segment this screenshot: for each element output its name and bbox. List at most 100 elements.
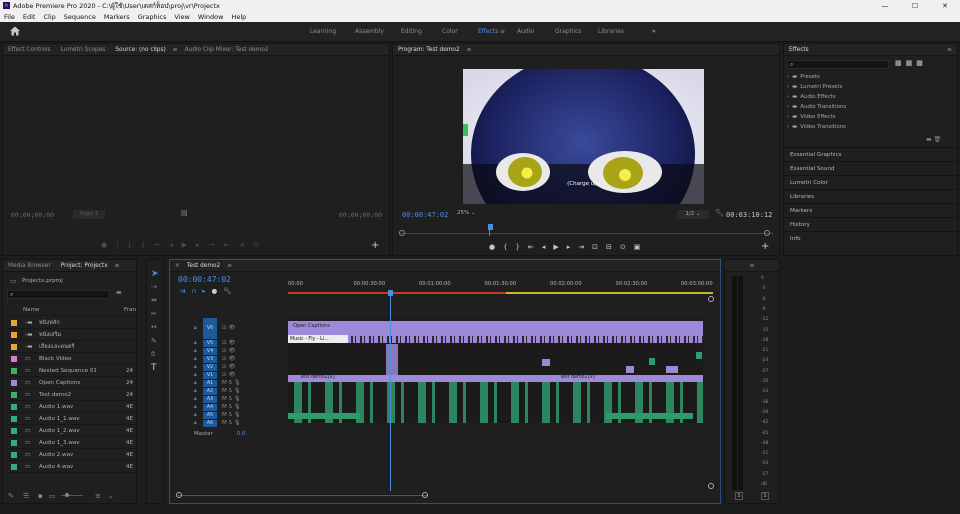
video-track-header[interactable]: 🔒︎ V6 ⊡ 👁︎ (170, 318, 288, 340)
workspace-libraries[interactable]: Libraries (598, 28, 624, 35)
tab-menu-icon[interactable]: ≡ (171, 47, 180, 53)
timeline-snap-tools[interactable]: ⇉∩▸●🔧︎ (180, 287, 237, 295)
minimize-button[interactable]: — (870, 2, 900, 10)
hscroll-right-handle[interactable] (422, 492, 428, 498)
menu-graphics[interactable]: Graphics (134, 13, 171, 21)
meter-menu-icon[interactable]: ≡ (745, 263, 760, 269)
project-list-item[interactable]: ▭ Audio 1.wav 4E (3, 401, 136, 413)
tab-lumetri-scopes[interactable]: Lumetri Scopes (56, 47, 111, 53)
clip-v3-segment[interactable] (542, 359, 550, 366)
project-search-input[interactable]: ⌕ (7, 290, 110, 299)
project-list-item[interactable]: ▭ Black Video (3, 353, 136, 365)
project-list-item[interactable]: ›▬ หนังหลัก (3, 317, 136, 329)
track-sync-visibility-icons[interactable]: ⊡ 👁︎ (222, 372, 235, 378)
menu-edit[interactable]: Edit (19, 13, 40, 21)
audio-track-header[interactable]: 🔒︎ A4 M S 🎙︎ (170, 404, 288, 412)
project-list-item[interactable]: ›▬ หนังเสริม (3, 329, 136, 341)
selection-tool-icon[interactable]: ➤ (151, 269, 159, 279)
track-target-button[interactable]: V6 (203, 318, 217, 339)
track-lock-icon[interactable]: 🔒︎ (194, 348, 197, 354)
tab-audio-clip-mixer[interactable]: Audio Clip Mixer: Test demo2 (180, 47, 274, 53)
project-list-item[interactable]: ▭ Audio 4.wav 4E (3, 461, 136, 473)
program-menu-icon[interactable]: ≡ (465, 47, 474, 53)
effects-filter-icons[interactable]: ▦▦▦ (895, 59, 927, 67)
program-timecode[interactable]: 00:00:47:02 (402, 211, 448, 219)
track-lock-icon[interactable]: 🔒︎ (194, 396, 197, 402)
project-list-item[interactable]: ▭ Audio 1_3.wav 4E (3, 437, 136, 449)
track-lock-icon[interactable]: 🔒︎ (194, 412, 197, 418)
scrub-end-handle[interactable] (764, 230, 770, 236)
menu-markers[interactable]: Markers (100, 13, 134, 21)
wrench-icon[interactable]: 🔧︎ (715, 209, 724, 217)
clip-v3-segment-3[interactable] (666, 366, 678, 373)
project-list-item[interactable]: ▭ Test demo2 24 (3, 389, 136, 401)
automate-icon[interactable]: ⌄ (108, 492, 114, 500)
clip-v3-segment-2[interactable] (626, 366, 634, 373)
effects-folder-audio-transitions[interactable]: › ▬ Audio Transitions (784, 102, 959, 112)
effects-folder-audio-effects[interactable]: › ▬ Audio Effects (784, 92, 959, 102)
section-libraries[interactable]: Libraries (784, 189, 957, 203)
solo-left-button[interactable]: S (735, 492, 743, 500)
track-target-button[interactable]: A3 (203, 396, 217, 403)
effects-folder-lumetri-presets[interactable]: › ▬ Lumetri Presets (784, 82, 959, 92)
scrub-start-handle[interactable] (399, 230, 405, 236)
track-sync-visibility-icons[interactable]: ⊡ 👁︎ (222, 325, 235, 331)
track-target-button[interactable]: V2 (203, 364, 217, 371)
menu-file[interactable]: File (0, 13, 19, 21)
track-lock-icon[interactable]: 🔒︎ (194, 420, 197, 426)
menu-sequence[interactable]: Sequence (60, 13, 100, 21)
timeline-close-icon[interactable]: ✕ (170, 263, 182, 269)
effects-folder-presets[interactable]: › ▬ Presets (784, 72, 959, 82)
workspace-editing[interactable]: Editing (401, 28, 422, 35)
program-scrub-track[interactable] (401, 233, 773, 234)
tab-program[interactable]: Program: Test demo2 (393, 47, 465, 53)
track-lock-icon[interactable]: 🔒︎ (194, 364, 197, 370)
menu-clip[interactable]: Clip (39, 13, 59, 21)
clip-v4-segment[interactable] (386, 344, 398, 378)
track-target-button[interactable]: V4 (203, 348, 217, 355)
tab-effect-controls[interactable]: Effect Controls (3, 47, 56, 53)
vscroll-top-handle[interactable] (708, 296, 714, 302)
source-transport-controls[interactable]: ●|}{←◂▶▸→⇤⇥⊙ (101, 241, 268, 249)
track-sync-visibility-icons[interactable]: ⊡ 👁︎ (222, 340, 235, 346)
resolution-select[interactable]: 1/2 ⌄ (677, 210, 709, 219)
clip-test-demo-v1[interactable]: Test demo2[V] Test demo2[V] (288, 375, 703, 382)
menu-window[interactable]: Window (194, 13, 228, 21)
track-lock-icon[interactable]: 🔒︎ (194, 356, 197, 362)
new-bin-icon[interactable]: ▬ 🗑︎ (926, 136, 941, 143)
home-icon[interactable] (9, 25, 21, 39)
track-target-button[interactable]: V5 (203, 340, 217, 347)
timeline-menu-icon[interactable]: ≡ (225, 263, 234, 269)
section-info[interactable]: Info (784, 231, 957, 245)
tab-media-browser[interactable]: Media Browser (3, 263, 56, 269)
section-essential-graphics[interactable]: Essential Graphics (784, 147, 957, 161)
audio-track-header[interactable]: 🔒︎ A2 M S 🎙︎ (170, 388, 288, 396)
project-menu-icon[interactable]: ≡ (113, 263, 122, 269)
track-mute-solo-icons[interactable]: M S 🎙︎ (222, 420, 241, 426)
timeline-timecode[interactable]: 00:00:47:02 (178, 275, 231, 284)
track-sync-visibility-icons[interactable]: ⊡ 👁︎ (222, 356, 235, 362)
track-lock-icon[interactable]: 🔒︎ (194, 340, 197, 346)
video-track-header[interactable]: 🔒︎ V3 ⊡ 👁︎ (170, 356, 288, 364)
razor-tool-icon[interactable]: ✂ (151, 310, 157, 318)
icon-view-icon[interactable]: ▪ (38, 492, 43, 500)
close-window-button[interactable]: ✕ (930, 2, 960, 10)
audio-clip-a6-1[interactable] (288, 413, 360, 419)
list-view-icon[interactable]: ☰ (23, 492, 29, 500)
track-target-button[interactable]: A1 (203, 380, 217, 387)
program-transport-controls[interactable]: ●{}⇤◂▶▸⇥⊡⊟⊙▣ (489, 243, 648, 251)
clip-v4-green[interactable] (696, 352, 702, 359)
effects-menu-icon[interactable]: ≡ (942, 47, 957, 53)
track-mute-solo-icons[interactable]: M S 🎙︎ (222, 388, 241, 394)
audio-track-header[interactable]: 🔒︎ A3 M S 🎙︎ (170, 396, 288, 404)
tab-project[interactable]: Project: Projectx (56, 263, 113, 269)
video-track-header[interactable]: 🔒︎ V1 ⊡ 👁︎ (170, 372, 288, 380)
menu-view[interactable]: View (170, 13, 193, 21)
column-frame-rate[interactable]: Fran (124, 307, 136, 313)
workspace-assembly[interactable]: Assembly (355, 28, 384, 35)
column-name[interactable]: Name (23, 307, 40, 313)
track-mute-solo-icons[interactable]: M S 🎙︎ (222, 412, 241, 418)
master-track-header[interactable]: Master 0.0 (194, 431, 246, 437)
project-list-item[interactable]: ›▬ เสียงและดนตรี (3, 341, 136, 353)
new-bin-button-icon[interactable]: ▬ (116, 289, 122, 296)
